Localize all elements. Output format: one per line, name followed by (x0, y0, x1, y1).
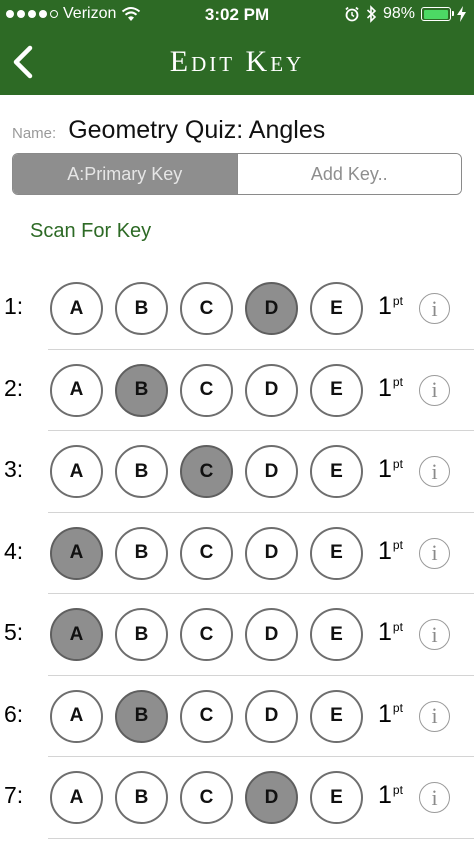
points-unit: pt (392, 293, 403, 308)
battery-icon (421, 7, 454, 21)
answer-bubble-e[interactable]: E (310, 689, 363, 743)
points-number: 1 (378, 699, 392, 728)
answer-bubble-b[interactable]: B (115, 689, 168, 743)
answer-bubble-b[interactable]: B (115, 771, 168, 824)
points-number: 1 (378, 292, 392, 320)
points-number: 1 (378, 536, 392, 565)
answer-bubble-e[interactable]: E (310, 771, 363, 824)
question-row: 5: A B C D E 1pt i (0, 594, 474, 676)
bluetooth-icon (366, 5, 377, 23)
info-icon[interactable]: i (419, 700, 450, 732)
answer-bubble-e[interactable]: E (310, 608, 363, 661)
answer-bubble-c[interactable]: C (180, 771, 233, 824)
navigation-bar: Edit Key (0, 30, 474, 95)
answer-bubble-b[interactable]: B (115, 445, 168, 498)
points-value[interactable]: 1pt (378, 781, 403, 810)
info-icon[interactable]: i (419, 782, 450, 813)
answer-bubble-c[interactable]: C (180, 282, 233, 335)
answer-bubble-b[interactable]: B (115, 282, 168, 335)
key-segmented-control: A:Primary Key Add Key.. (12, 153, 462, 195)
status-bar: Verizon 3:02 PM 98% (0, 0, 474, 30)
alarm-icon (345, 6, 359, 22)
points-value[interactable]: 1pt (378, 374, 403, 403)
question-row: 3: A B C D E 1pt i (0, 431, 474, 513)
answer-bubble-d[interactable]: D (245, 282, 298, 335)
answer-bubble-a[interactable]: A (50, 282, 103, 335)
answer-bubble-e[interactable]: E (310, 282, 363, 335)
answer-bubble-b[interactable]: B (115, 526, 168, 580)
answer-bubble-c[interactable]: C (180, 689, 233, 743)
question-number: 4: (4, 537, 24, 564)
info-icon[interactable]: i (419, 293, 450, 324)
answer-bubble-b[interactable]: B (115, 363, 168, 417)
info-icon[interactable]: i (419, 374, 450, 406)
answer-bubble-a[interactable]: A (50, 445, 103, 498)
answer-bubble-a[interactable]: A (50, 363, 103, 417)
question-number: 6: (4, 700, 24, 727)
points-number: 1 (378, 781, 392, 809)
answer-bubble-c[interactable]: C (180, 526, 233, 580)
answer-bubble-e[interactable]: E (310, 526, 363, 580)
question-row: 7: A B C D E 1pt i (0, 757, 474, 839)
question-row: 1: A B C D E 1pt i (0, 268, 474, 350)
points-value[interactable]: 1pt (378, 455, 403, 484)
question-number: 7: (4, 782, 24, 808)
battery-percent: 98% (382, 5, 415, 22)
battery-fill (423, 9, 448, 19)
points-number: 1 (378, 455, 392, 483)
points-unit: pt (392, 375, 403, 390)
segment-primary-key[interactable]: A:Primary Key (13, 154, 237, 194)
answer-bubble-d[interactable]: D (245, 608, 298, 661)
answer-bubble-d[interactable]: D (245, 771, 298, 824)
points-number: 1 (378, 373, 392, 402)
points-unit: pt (392, 782, 403, 797)
points-value[interactable]: 1pt (378, 537, 403, 566)
status-icons: 98% (344, 5, 466, 23)
page-title: Edit Key (169, 45, 305, 78)
answer-bubble-d[interactable]: D (245, 363, 298, 417)
charging-icon (457, 6, 466, 22)
name-row: Name: (12, 116, 449, 145)
name-label: Name: (12, 125, 57, 142)
info-icon[interactable]: i (419, 456, 450, 487)
answer-bubble-a[interactable]: A (50, 771, 103, 824)
question-number: 1: (4, 293, 24, 319)
answer-bubble-e[interactable]: E (310, 363, 363, 417)
answer-bubble-c[interactable]: C (180, 363, 233, 417)
scan-for-key-link[interactable]: Scan For Key (30, 220, 151, 243)
question-row: 6: A B C D E 1pt i (0, 676, 474, 758)
question-row: 2: A B C D E 1pt i (0, 350, 474, 432)
question-number: 3: (4, 456, 24, 482)
question-row: 4: A B C D E 1pt i (0, 513, 474, 595)
points-unit: pt (392, 619, 403, 634)
info-icon[interactable]: i (419, 537, 450, 569)
info-icon[interactable]: i (419, 619, 450, 650)
answer-bubble-a[interactable]: A (50, 608, 103, 661)
points-unit: pt (392, 701, 403, 716)
answer-bubble-d[interactable]: D (245, 689, 298, 743)
answer-bubble-c[interactable]: C (180, 445, 233, 498)
question-number: 2: (4, 374, 24, 401)
answer-bubble-a[interactable]: A (50, 526, 103, 580)
quiz-name-input[interactable] (68, 116, 449, 145)
points-value[interactable]: 1pt (378, 618, 403, 647)
points-unit: pt (392, 456, 403, 471)
answer-bubble-b[interactable]: B (115, 608, 168, 661)
points-value[interactable]: 1pt (378, 700, 403, 729)
answer-bubble-e[interactable]: E (310, 445, 363, 498)
answer-bubble-d[interactable]: D (245, 526, 298, 580)
answer-bubble-c[interactable]: C (180, 608, 233, 661)
points-number: 1 (378, 618, 392, 646)
points-value[interactable]: 1pt (378, 292, 403, 321)
question-number: 5: (4, 619, 24, 645)
answer-bubble-d[interactable]: D (245, 445, 298, 498)
segment-add-key[interactable]: Add Key.. (236, 154, 461, 194)
answer-bubble-a[interactable]: A (50, 689, 103, 743)
points-unit: pt (392, 538, 403, 553)
question-list: 1: A B C D E 1pt i 2: A B C D E 1pt i 3: A B C D E 1pt i 4: A B C D E… (0, 268, 474, 839)
